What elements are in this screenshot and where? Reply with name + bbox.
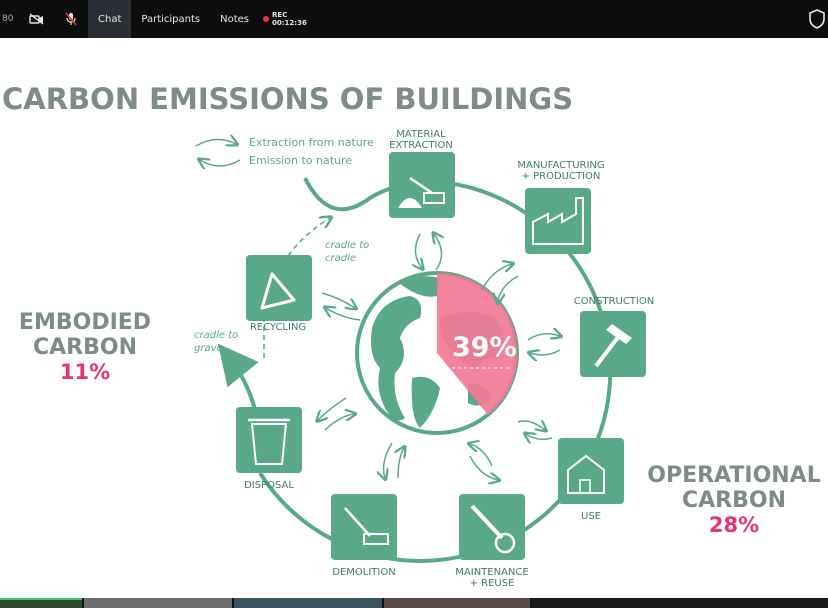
mic-off-icon bbox=[65, 12, 77, 26]
security-button[interactable] bbox=[808, 9, 826, 29]
recycling-label: RECYCLING bbox=[250, 322, 306, 333]
stage-demolition: DEMOLITION bbox=[331, 494, 397, 578]
stage-maintenance: MAINTENANCE + REUSE bbox=[455, 494, 529, 589]
video-off-icon bbox=[29, 13, 44, 25]
shared-slide: CARBON EMISSIONS OF BUILDINGS Extraction… bbox=[0, 38, 828, 598]
material-extraction-label-2: EXTRACTION bbox=[389, 140, 453, 151]
construction-label: CONSTRUCTION bbox=[574, 296, 654, 307]
participant-thumbnail[interactable] bbox=[0, 598, 82, 608]
stage-disposal: DISPOSAL bbox=[236, 407, 302, 491]
recording-indicator: REC 00:12:36 bbox=[263, 11, 307, 27]
embodied-carbon-percent: 11% bbox=[60, 360, 110, 384]
stage-use: USE bbox=[558, 438, 624, 522]
cradle-to-grave-line2: grave bbox=[194, 343, 223, 354]
meeting-toolbar: 80 Chat Participants Notes REC 00:12:36 bbox=[0, 0, 828, 38]
maintenance-label-1: MAINTENANCE bbox=[455, 567, 528, 578]
chat-button[interactable]: Chat bbox=[88, 0, 132, 38]
video-toggle-button[interactable] bbox=[20, 0, 54, 38]
cradle-to-cradle-line2: cradle bbox=[325, 253, 356, 264]
legend-emission-text: Emission to nature bbox=[249, 154, 352, 167]
operational-carbon-line2: CARBON bbox=[682, 488, 786, 513]
legend-emission-arrow bbox=[200, 160, 241, 166]
cradle-to-grave-line1: cradle to bbox=[194, 330, 238, 341]
participant-thumbnail[interactable] bbox=[234, 598, 382, 608]
participant-thumbnail[interactable] bbox=[532, 598, 828, 608]
operational-carbon-line1: OPERATIONAL bbox=[647, 463, 820, 488]
rec-label: REC bbox=[272, 11, 288, 19]
maintenance-label-2: + REUSE bbox=[470, 578, 515, 589]
participant-thumbnail[interactable] bbox=[84, 598, 232, 608]
participant-thumbnail[interactable] bbox=[384, 598, 530, 608]
participant-thumbnail-strip bbox=[0, 598, 828, 608]
record-dot-icon bbox=[263, 16, 270, 22]
disposal-label: DISPOSAL bbox=[244, 480, 294, 491]
stage-material-extraction: MATERIAL EXTRACTION bbox=[389, 129, 455, 218]
material-extraction-label-1: MATERIAL bbox=[396, 129, 446, 140]
toolbar-left-fragment: 80 bbox=[2, 14, 14, 24]
manufacturing-label-2: + PRODUCTION bbox=[522, 171, 601, 182]
legend-extraction-arrow bbox=[195, 139, 236, 147]
participants-button[interactable]: Participants bbox=[131, 0, 210, 38]
stage-construction: CONSTRUCTION bbox=[574, 296, 654, 377]
stage-manufacturing: MANUFACTURING + PRODUCTION bbox=[517, 160, 605, 254]
slide-canvas: CARBON EMISSIONS OF BUILDINGS Extraction… bbox=[2, 82, 821, 589]
demolition-label: DEMOLITION bbox=[332, 567, 395, 578]
shield-icon bbox=[809, 9, 825, 29]
operational-carbon-percent: 28% bbox=[709, 513, 759, 537]
cradle-to-cradle-line1: cradle to bbox=[325, 240, 369, 251]
mic-toggle-button[interactable] bbox=[54, 0, 88, 38]
use-label: USE bbox=[581, 511, 601, 522]
stage-recycling: RECYCLING bbox=[246, 255, 312, 333]
legend-extraction-text: Extraction from nature bbox=[249, 136, 374, 149]
slide-title: CARBON EMISSIONS OF BUILDINGS bbox=[2, 82, 573, 116]
manufacturing-label-1: MANUFACTURING bbox=[517, 160, 604, 171]
rec-timer: 00:12:36 bbox=[272, 19, 307, 27]
embodied-carbon-line2: CARBON bbox=[33, 335, 137, 360]
center-percent: 39% bbox=[452, 332, 517, 363]
embodied-carbon-line1: EMBODIED bbox=[19, 310, 151, 335]
notes-button[interactable]: Notes bbox=[210, 0, 259, 38]
